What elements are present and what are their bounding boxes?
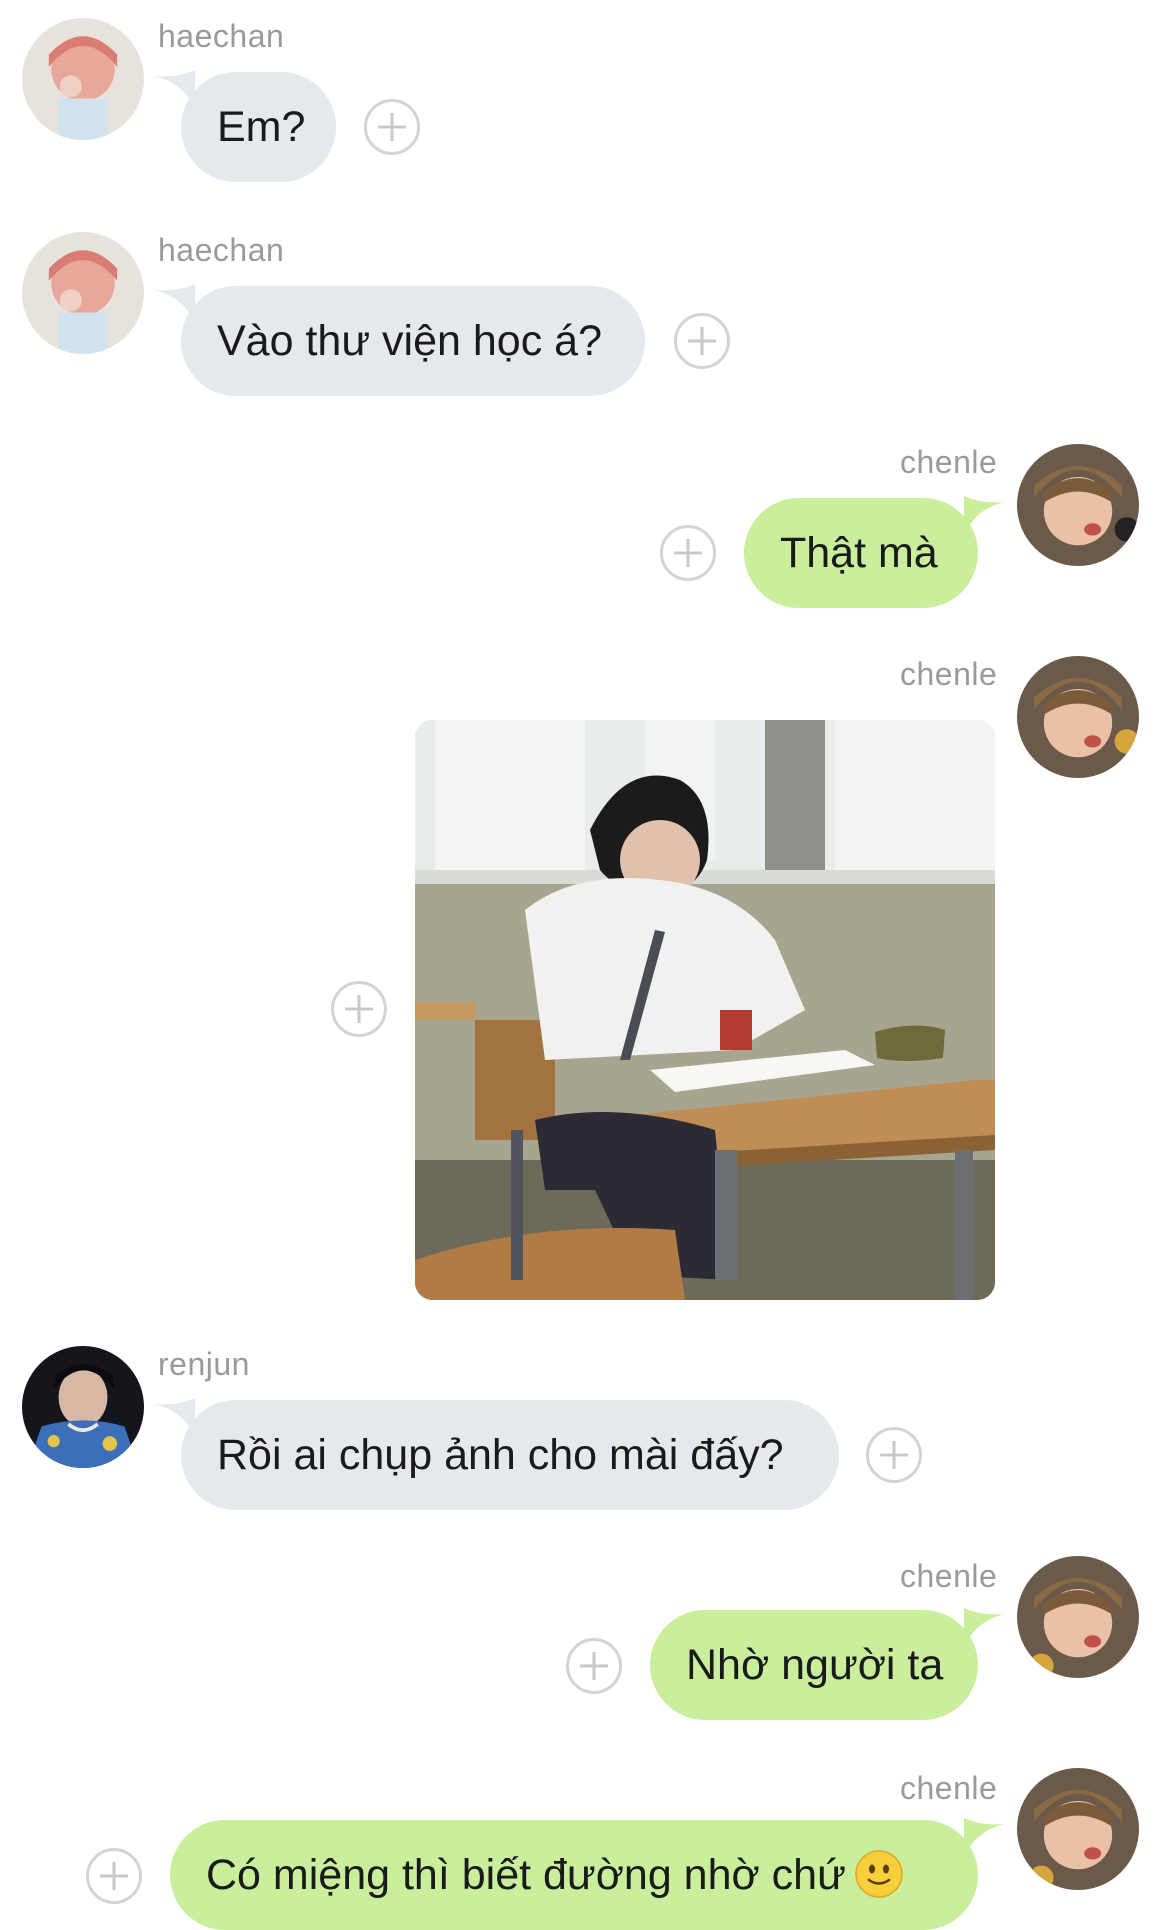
add-reaction-icon[interactable] <box>566 1638 622 1694</box>
slightly-smiling-face-icon <box>855 1849 903 1898</box>
sender-name: haechan <box>158 18 285 54</box>
bubble-tail <box>964 496 1004 536</box>
avatar-haechan[interactable] <box>22 232 144 354</box>
sender-name: renjun <box>158 1346 250 1382</box>
message-row: chenle Có miệng thì biết đường nhờ chứ <box>0 1750 1161 1930</box>
message-bubble[interactable]: Nhờ người ta <box>650 1610 978 1720</box>
message-bubble[interactable]: Rồi ai chụp ảnh cho mài đấy? <box>181 1400 839 1510</box>
avatar-haechan[interactable] <box>22 18 144 140</box>
add-reaction-icon[interactable] <box>660 525 716 581</box>
sender-name: chenle <box>900 656 998 692</box>
message-row: haechan Em? <box>0 0 1161 200</box>
avatar-renjun[interactable] <box>22 1346 144 1468</box>
sender-name: chenle <box>900 1558 998 1594</box>
message-text: Có miệng thì biết đường nhờ chứ <box>206 1851 846 1899</box>
message-bubble[interactable]: Em? <box>181 72 336 182</box>
message-row: chenle <box>0 636 1161 1316</box>
add-reaction-icon[interactable] <box>866 1427 922 1483</box>
message-row: haechan Vào thư viện học á? <box>0 212 1161 412</box>
message-row: chenle Thật mà <box>0 424 1161 624</box>
message-row: renjun Rồi ai chụp ảnh cho mài đấy? <box>0 1326 1161 1526</box>
avatar-chenle[interactable] <box>1017 1768 1139 1890</box>
shared-photo[interactable] <box>415 720 995 1300</box>
message-row: chenle Nhờ người ta <box>0 1538 1161 1738</box>
avatar-chenle[interactable] <box>1017 1556 1139 1678</box>
sender-name: haechan <box>158 232 285 268</box>
sender-name: chenle <box>900 444 998 480</box>
bubble-tail <box>964 1608 1004 1648</box>
message-bubble[interactable]: Có miệng thì biết đường nhờ chứ <box>170 1820 978 1930</box>
add-reaction-icon[interactable] <box>86 1848 142 1904</box>
add-reaction-icon[interactable] <box>331 981 387 1037</box>
bubble-tail <box>964 1818 1004 1858</box>
sender-name: chenle <box>900 1770 998 1806</box>
add-reaction-icon[interactable] <box>364 99 420 155</box>
message-bubble[interactable]: Vào thư viện học á? <box>181 286 645 396</box>
add-reaction-icon[interactable] <box>674 313 730 369</box>
avatar-chenle[interactable] <box>1017 656 1139 778</box>
avatar-chenle[interactable] <box>1017 444 1139 566</box>
message-bubble[interactable]: Thật mà <box>744 498 978 608</box>
